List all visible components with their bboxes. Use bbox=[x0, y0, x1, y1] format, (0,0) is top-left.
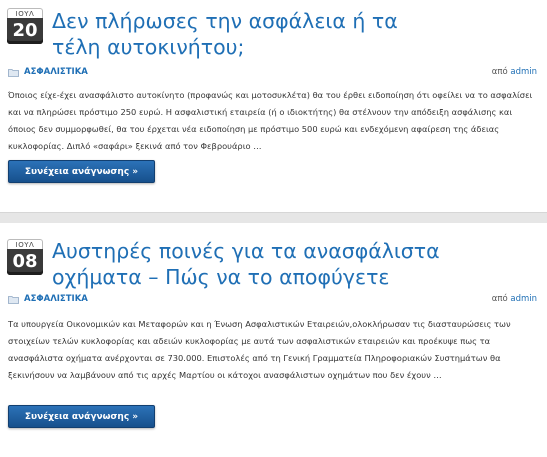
post-1: ΙΟΥΛ 20 Δεν πλήρωσες την ασφάλεια ή τα τ… bbox=[0, 0, 547, 212]
post-excerpt: Όποιος είχε-έχει ανασφάλιστο αυτοκίνητο … bbox=[8, 90, 533, 151]
post-title-link[interactable]: Δεν πλήρωσες την ασφάλεια ή τα τέλη αυτο… bbox=[52, 8, 432, 60]
category-link[interactable]: ΑΣΦΑΛΙΣΤΙΚΑ bbox=[24, 294, 88, 304]
folder-icon bbox=[8, 69, 19, 77]
post-title-link[interactable]: Αυστηρές ποινές για τα ανασφάλιστα οχήμα… bbox=[52, 238, 522, 290]
author-line: από admin bbox=[492, 294, 537, 304]
post-excerpt: Τα υπουργεία Οικονομικών και Μεταφορών κ… bbox=[8, 319, 511, 380]
date-badge: ΙΟΥΛ 20 bbox=[7, 8, 43, 44]
date-day: 08 bbox=[7, 249, 43, 275]
post-2: ΙΟΥΛ 08 Αυστηρές ποινές για τα ανασφάλισ… bbox=[0, 222, 547, 457]
date-month: ΙΟΥΛ bbox=[7, 239, 43, 249]
author-link[interactable]: admin bbox=[510, 67, 537, 77]
by-label: από bbox=[491, 294, 508, 304]
date-badge: ΙΟΥΛ 08 bbox=[7, 239, 43, 275]
category-link[interactable]: ΑΣΦΑΛΙΣΤΙΚΑ bbox=[24, 67, 88, 77]
folder-icon bbox=[8, 296, 19, 304]
read-more-button[interactable]: Συνέχεια ανάγνωσης » bbox=[8, 405, 155, 428]
read-more-button[interactable]: Συνέχεια ανάγνωσης » bbox=[8, 160, 155, 183]
author-line: από admin bbox=[492, 67, 537, 77]
date-month: ΙΟΥΛ bbox=[7, 8, 43, 18]
author-link[interactable]: admin bbox=[510, 294, 537, 304]
post-meta: ΑΣΦΑΛΙΣΤΙΚΑ από admin bbox=[8, 66, 539, 80]
date-day: 20 bbox=[7, 18, 43, 44]
by-label: από bbox=[491, 67, 508, 77]
post-meta: ΑΣΦΑΛΙΣΤΙΚΑ από admin bbox=[8, 293, 539, 307]
